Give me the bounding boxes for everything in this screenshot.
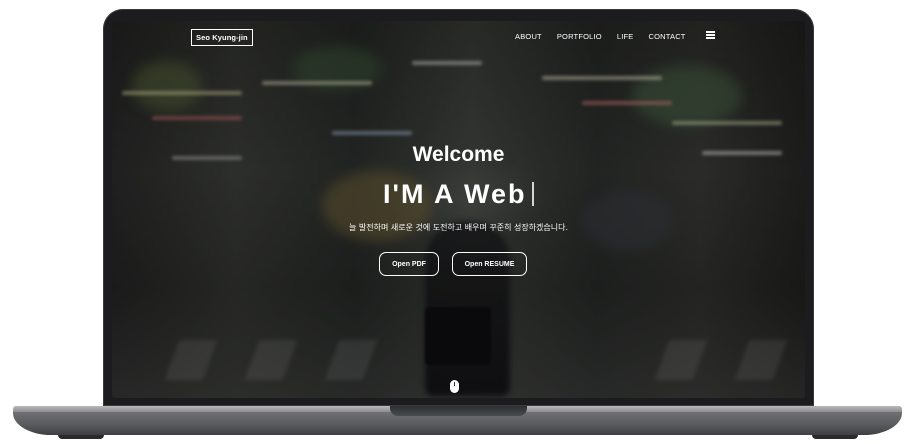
site-logo[interactable]: Seo Kyung-jin [191, 29, 253, 46]
laptop-foot [812, 435, 858, 439]
laptop-foot [58, 435, 104, 439]
laptop-screen: Seo Kyung-jin ABOUT PORTFOLIO LIFE CONTA… [112, 21, 805, 398]
nav-portfolio[interactable]: PORTFOLIO [557, 32, 602, 41]
hero-tagline: 늘 발전하며 새로운 것에 도전하고 배우며 꾸준히 성장하겠습니다. [348, 223, 569, 232]
mouse-scroll-icon[interactable] [450, 380, 459, 393]
hamburger-menu-icon[interactable] [706, 31, 715, 39]
nav-contact[interactable]: CONTACT [649, 32, 686, 41]
hero-welcome: Welcome [412, 143, 505, 166]
hero-headline-text: I'M A Web [383, 179, 527, 209]
hero-buttons: Open PDF Open RESUME [379, 252, 527, 276]
hero-headline: I'M A Web [112, 179, 805, 210]
open-pdf-button[interactable]: Open PDF [379, 252, 439, 276]
nav-life[interactable]: LIFE [617, 32, 634, 41]
open-resume-button[interactable]: Open RESUME [452, 252, 527, 276]
nav-about[interactable]: ABOUT [515, 32, 542, 41]
laptop-hinge-notch [390, 406, 527, 416]
top-nav: ABOUT PORTFOLIO LIFE CONTACT [515, 32, 701, 41]
typing-cursor [532, 182, 534, 206]
